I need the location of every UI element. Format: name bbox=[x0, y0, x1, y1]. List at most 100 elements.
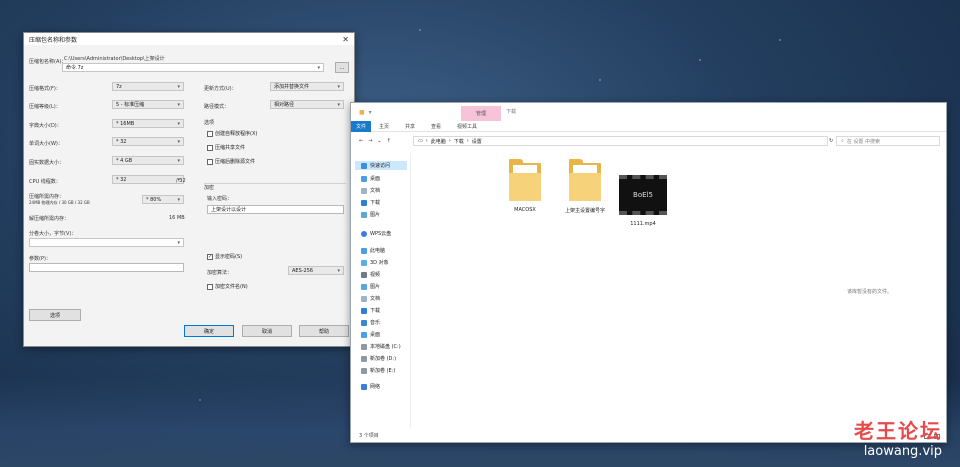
word-select[interactable]: * 32 ▾ bbox=[112, 137, 184, 146]
address-path[interactable]: ▭ › 此电脑 › 下载 › 设置 bbox=[413, 136, 828, 146]
file-item-folder[interactable]: MACOSX bbox=[499, 159, 551, 213]
encrypt-names-checkbox[interactable]: 加密文件名(N) bbox=[207, 283, 248, 290]
password-input[interactable]: 上架设计以设计 bbox=[207, 205, 344, 214]
ok-button[interactable]: 确定 bbox=[184, 325, 234, 337]
archive-name-input[interactable]: 命令.7z ▾ bbox=[62, 63, 324, 72]
nav-pc-music[interactable]: 音乐 bbox=[361, 319, 380, 326]
file-item-video[interactable]: BoEl5 1111.mp4 bbox=[617, 175, 669, 227]
memory-percent: * 80% bbox=[146, 196, 162, 203]
chevron-down-icon[interactable]: ⌄ bbox=[377, 138, 381, 144]
nav-label: 本地磁盘 (C:) bbox=[370, 344, 401, 350]
opt-shared-checkbox[interactable]: 压缩共享文件 bbox=[207, 144, 245, 151]
opt-delete-label: 压缩后删除源文件 bbox=[215, 159, 256, 165]
nav-pc-videos[interactable]: 视频 bbox=[361, 271, 380, 278]
nav-pc-documents[interactable]: 文档 bbox=[361, 295, 380, 302]
nav-pc-drive-c[interactable]: 本地磁盘 (C:) bbox=[361, 343, 401, 350]
back-arrow-icon[interactable]: ← bbox=[359, 138, 363, 144]
context-label: 下载 bbox=[506, 109, 517, 115]
opt-shared-label: 压缩共享文件 bbox=[215, 145, 246, 151]
browse-button[interactable]: ... bbox=[335, 62, 349, 73]
picture-icon bbox=[361, 283, 367, 290]
close-icon[interactable]: ✕ bbox=[342, 35, 349, 44]
forward-arrow-icon[interactable]: → bbox=[368, 138, 372, 144]
monitor-icon: ▭ bbox=[418, 138, 423, 144]
nav-label: 新加卷 (E:) bbox=[370, 368, 396, 374]
nav-quick-access[interactable]: 快速访问 bbox=[355, 161, 407, 170]
nav-item-downloads[interactable]: 下载 bbox=[361, 199, 380, 206]
help-button[interactable]: 帮助 bbox=[299, 325, 349, 337]
opt-sfx-label: 创建自释放程序(X) bbox=[215, 131, 258, 137]
nav-label: 文档 bbox=[370, 188, 381, 194]
refresh-icon[interactable]: ↻ bbox=[829, 138, 833, 144]
tab-view[interactable]: 查看 bbox=[423, 123, 449, 130]
details-pane-message: 该库暂没有的文件。 bbox=[847, 289, 893, 295]
show-password-checkbox[interactable]: ✓ 显示密码(S) bbox=[207, 253, 242, 260]
dict-value: * 16MB bbox=[116, 120, 135, 127]
params-input[interactable] bbox=[29, 263, 184, 272]
path-sep-icon: › bbox=[466, 138, 469, 144]
path-mode-label: 路径模式： bbox=[204, 104, 230, 110]
options-button[interactable]: 选项 bbox=[29, 309, 81, 321]
path-mode-select[interactable]: 相对路径 ▾ bbox=[270, 100, 344, 109]
level-select[interactable]: 5 - 标准压缩 ▾ bbox=[112, 100, 184, 109]
chevron-down-icon: ▾ bbox=[337, 83, 340, 90]
decompress-mem-label: 解压缩所需内存： bbox=[29, 216, 70, 222]
solid-select[interactable]: * 4 GB ▾ bbox=[112, 156, 184, 165]
network-icon bbox=[361, 383, 367, 390]
dict-select[interactable]: * 16MB ▾ bbox=[112, 119, 184, 128]
nav-pc-drive-d[interactable]: 新加卷 (D:) bbox=[361, 355, 396, 362]
star-icon bbox=[361, 162, 367, 169]
word-value: * 32 bbox=[116, 138, 127, 145]
breadcrumb-current[interactable]: 设置 bbox=[472, 138, 482, 145]
tab-video-tools[interactable]: 视频工具 bbox=[449, 123, 485, 130]
nav-pc-pictures[interactable]: 图片 bbox=[361, 283, 380, 290]
document-icon bbox=[361, 295, 367, 302]
nav-pc-desktop[interactable]: 桌面 bbox=[361, 331, 380, 338]
tab-home[interactable]: 主页 bbox=[371, 123, 397, 130]
cube-icon bbox=[361, 259, 367, 266]
cancel-button[interactable]: 取消 bbox=[242, 325, 292, 337]
opt-delete-checkbox[interactable]: 压缩后删除源文件 bbox=[207, 158, 255, 165]
desktop-icon bbox=[361, 175, 367, 182]
opt-sfx-checkbox[interactable]: 创建自释放程序(X) bbox=[207, 130, 257, 137]
update-mode-value: 添加并替换文件 bbox=[274, 84, 310, 90]
encrypt-method-label: 加密算法： bbox=[207, 270, 233, 276]
chevron-down-icon: ▾ bbox=[177, 138, 180, 145]
nav-network[interactable]: 网络 bbox=[361, 383, 380, 390]
format-label: 压缩格式(F)： bbox=[29, 86, 61, 92]
nav-label: 图片 bbox=[370, 284, 381, 290]
cpu-select[interactable]: * 32 ▾ bbox=[112, 175, 184, 184]
nav-item-desktop[interactable]: 桌面 bbox=[361, 175, 380, 182]
nav-pc-3d[interactable]: 3D 对象 bbox=[361, 259, 389, 266]
nav-this-pc[interactable]: 此电脑 bbox=[361, 247, 385, 254]
nav-item-pictures[interactable]: 图片 bbox=[361, 211, 380, 218]
split-input[interactable]: ▾ bbox=[29, 238, 184, 247]
nav-label: 网络 bbox=[370, 384, 381, 390]
memory-select[interactable]: * 80% ▾ bbox=[142, 195, 184, 204]
options-group-title: 选项 bbox=[204, 120, 215, 126]
nav-pc-downloads[interactable]: 下载 bbox=[361, 307, 380, 314]
nav-pc-drive-e[interactable]: 新加卷 (E:) bbox=[361, 367, 395, 374]
nav-label: 下载 bbox=[370, 200, 381, 206]
up-arrow-icon[interactable]: ↑ bbox=[387, 138, 391, 144]
nav-wps-cloud[interactable]: WPS云盘 bbox=[361, 230, 391, 237]
tab-file[interactable]: 文件 bbox=[351, 120, 371, 132]
chevron-down-icon: ▾ bbox=[177, 157, 180, 164]
encrypt-method-select[interactable]: AES-256 ▾ bbox=[288, 266, 344, 275]
decompress-mem-value: 16 MB bbox=[169, 215, 185, 221]
context-tab-manage[interactable]: 管理 bbox=[461, 106, 501, 121]
update-mode-select[interactable]: 添加并替换文件 ▾ bbox=[270, 82, 344, 91]
file-item-folder[interactable]: 上架主设置编号字 bbox=[559, 159, 611, 214]
tab-share[interactable]: 共享 bbox=[397, 123, 423, 130]
breadcrumb-downloads[interactable]: 下载 bbox=[454, 138, 464, 145]
format-select[interactable]: 7z ▾ bbox=[112, 82, 184, 91]
nav-item-documents[interactable]: 文档 bbox=[361, 187, 380, 194]
checkbox-box bbox=[207, 144, 213, 151]
password-value: 上架设计以设计 bbox=[211, 207, 247, 213]
breadcrumb-pc[interactable]: 此电脑 bbox=[431, 138, 446, 145]
search-input[interactable]: ⌕ 在 设置 中搜索 bbox=[836, 136, 940, 146]
picture-icon bbox=[361, 211, 367, 218]
explorer-titlebar: ■ ▾ bbox=[351, 103, 946, 121]
music-icon bbox=[361, 319, 367, 326]
pin-icon[interactable]: ▾ bbox=[369, 109, 372, 116]
